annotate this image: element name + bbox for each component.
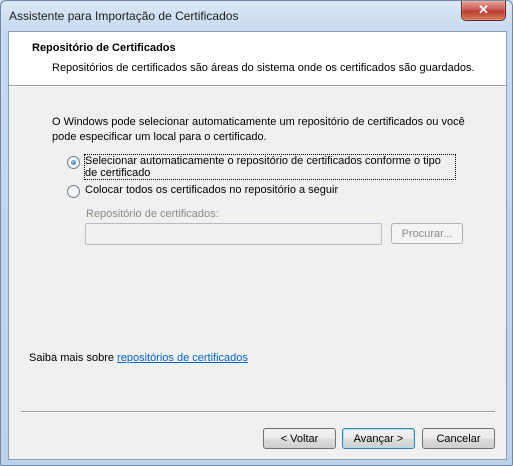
cancel-button[interactable]: Cancelar [422,428,495,449]
header-divider [9,85,506,87]
wizard-window: Assistente para Importação de Certificad… [0,0,513,466]
auto-select-radio[interactable] [67,156,80,169]
wizard-client-area: Repositório de Certificados Repositórios… [8,31,507,460]
manual-store-label[interactable]: Colocar todos os certificados no reposit… [85,184,338,196]
page-title: Repositório de Certificados [32,42,176,54]
close-button[interactable]: ✕ [461,1,506,21]
store-input [85,223,382,245]
wizard-header: Repositório de Certificados Repositórios… [9,32,506,85]
window-title: Assistente para Importação de Certificad… [9,9,239,23]
footer-divider [21,411,495,413]
learn-more-link[interactable]: repositórios de certificados [117,352,248,364]
back-button[interactable]: < Voltar [263,428,336,449]
auto-select-option[interactable]: Selecionar automaticamente o repositório… [67,154,456,180]
next-button[interactable]: Avançar > [342,428,415,449]
close-icon: ✕ [478,2,489,17]
browse-button: Procurar... [391,223,463,244]
manual-store-radio[interactable] [67,185,80,198]
store-field-label: Repositório de certificados: [86,208,219,220]
manual-store-option[interactable]: Colocar todos os certificados no reposit… [67,184,338,198]
page-description: Repositórios de certificados são áreas d… [52,62,475,74]
learn-more-prefix: Saiba mais sobre [29,352,118,364]
learn-more: Saiba mais sobre repositórios de certifi… [29,352,248,364]
intro-text: O Windows pode selecionar automaticament… [52,116,465,143]
title-bar[interactable]: Assistente para Importação de Certificad… [1,1,512,31]
auto-select-label[interactable]: Selecionar automaticamente o repositório… [84,154,456,180]
